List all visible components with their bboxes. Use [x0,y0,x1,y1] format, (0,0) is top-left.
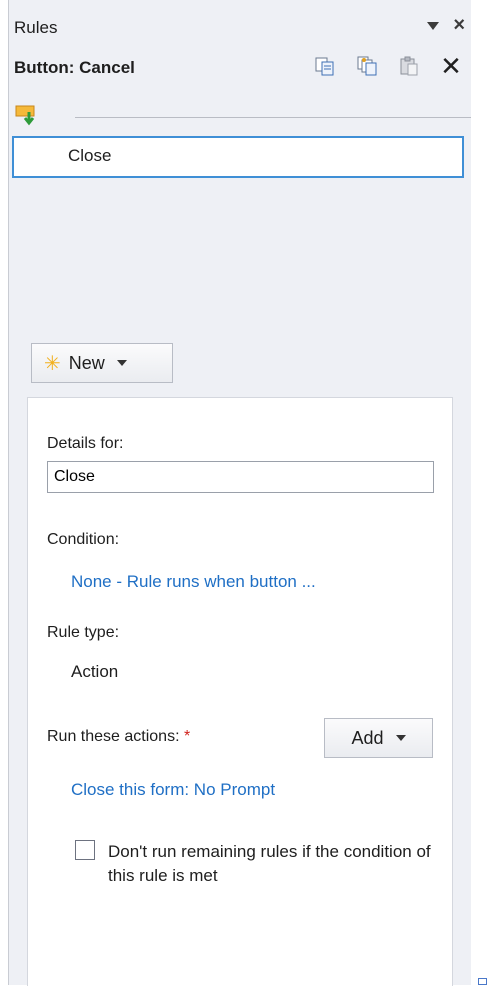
delete-rule-icon[interactable]: ✕ [439,53,463,79]
rules-toolbar: ✕ [313,53,463,79]
new-rule-button[interactable]: ✳ New [31,343,173,383]
rule-type-label: Rule type: [47,624,120,641]
pane-controls: × [427,15,465,35]
copy-rule-icon[interactable] [313,54,337,78]
rule-type-value: Action [71,662,119,681]
paste-rule-icon[interactable] [397,54,421,78]
copy-all-rules-icon[interactable] [355,54,379,78]
close-pane-icon[interactable]: × [453,15,465,35]
pane-title: Rules [14,18,58,37]
rule-name-input[interactable] [47,461,434,493]
rules-task-pane: Rules × Button: Cancel ✕ Close ✳ New Det… [8,0,471,986]
stop-rules-checkbox[interactable] [75,840,95,860]
stop-rules-label: Don't run remaining rules if the conditi… [108,842,431,885]
condition-label: Condition: [47,531,120,548]
selected-control-label: Button: Cancel [14,58,135,77]
sparkle-icon: ✳ [44,352,61,375]
chevron-down-icon [116,360,127,366]
rule-details-panel: Details for: Condition: None - Rule runs… [27,397,453,986]
add-button-label: Add [351,727,384,748]
rule-separator [75,117,471,118]
action-link-close-form[interactable]: Close this form: No Prompt [71,780,275,800]
new-button-label: New [68,352,105,373]
rule-item-label: Close [68,146,112,165]
run-actions-label: Run these actions: * [47,728,190,746]
rule-item-close[interactable]: Close [12,136,464,178]
rule-set-icon [15,104,41,131]
pane-menu-icon[interactable] [427,22,440,30]
condition-link[interactable]: None - Rule runs when button ... [71,572,316,592]
run-actions-text: Run these actions: [47,728,180,745]
chevron-down-icon [395,735,406,741]
required-indicator: * [183,728,191,745]
add-action-button[interactable]: Add [324,718,433,758]
resize-icon[interactable] [478,978,487,985]
details-for-label: Details for: [47,435,124,452]
